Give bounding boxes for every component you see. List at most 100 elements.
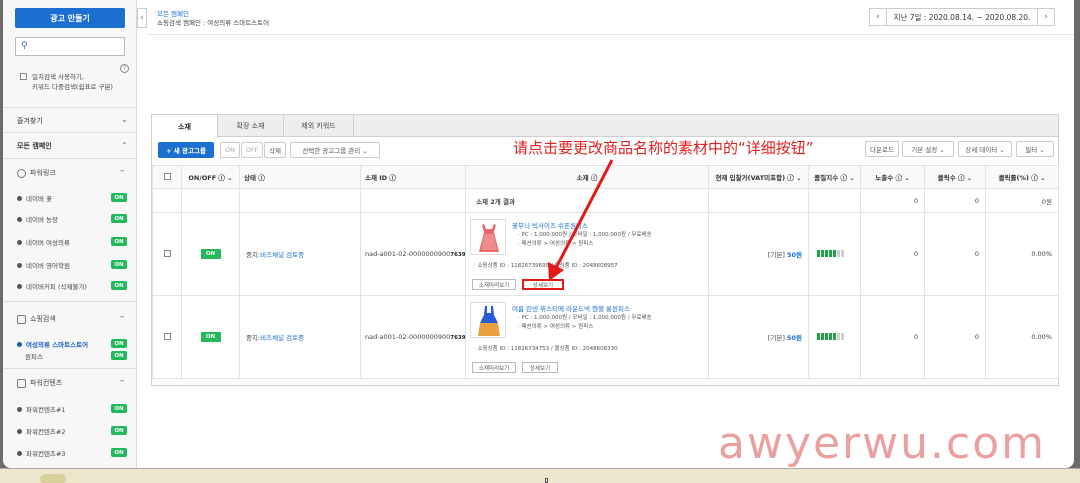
on-off-toggle[interactable]: ON	[200, 249, 221, 259]
quality-bar	[817, 332, 820, 340]
tab-excluded-keywords[interactable]: 제외 키워드	[284, 115, 354, 137]
tab-extensions[interactable]: 확장 소재	[218, 115, 284, 137]
create-ad-button[interactable]: 광고 만들기	[15, 8, 125, 28]
quality-bar	[841, 332, 844, 340]
campaign-group-powerlink[interactable]: 파워링크	[17, 168, 56, 178]
bid-value-link[interactable]: 50원	[787, 251, 802, 259]
date-range-picker[interactable]: 지난 7일 : 2020.08.14. ~ 2020.08.20.	[887, 8, 1037, 26]
column-header[interactable]: 클릭률(%) ⓘ ⌄	[985, 165, 1059, 189]
bulk-search-line1: 일치검색 사용하기,	[32, 73, 84, 81]
column-header[interactable]: 클릭수 ⓘ ⌄	[924, 165, 986, 189]
manage-adgroup-dropdown[interactable]: 선택한 광고그룹 관리 ⌄	[290, 142, 380, 158]
column-header[interactable]: 품질지수 ⓘ ⌄	[808, 165, 861, 189]
quality-cell	[808, 295, 861, 379]
preview-button[interactable]: 소재미리보기	[472, 362, 516, 373]
quality-bar	[825, 249, 828, 257]
document-icon	[17, 378, 26, 388]
campaign-item-label: 네이버 농장	[26, 216, 58, 224]
campaign-item[interactable]: 네이버 영어학원	[17, 260, 70, 270]
bulk-search-checkbox[interactable]	[20, 73, 27, 80]
detail-data-dropdown[interactable]: 상세 데이터 ⌄	[958, 141, 1012, 157]
product-thumbnail[interactable]	[470, 219, 506, 255]
bullet-icon	[17, 195, 22, 201]
campaign-group-powercontents[interactable]: 파워컨텐츠	[17, 378, 62, 388]
ad-id-prefix: nad-a001-02-0000000900	[365, 333, 451, 341]
new-adgroup-button[interactable]: + 새 광고그룹	[158, 142, 214, 158]
product-thumbnail[interactable]	[470, 302, 506, 338]
delete-button[interactable]: 삭제	[264, 142, 286, 158]
status-prefix: 중지:	[246, 251, 261, 259]
product-title-link[interactable]: 꽃무늬 빅사이즈 쉬폰원피스	[512, 220, 588, 230]
product-price-info: · PC : 1,000,000원 / 모바일 : 1,000,000원 / 무…	[518, 315, 652, 321]
detail-button[interactable]: 상세보기	[522, 362, 558, 373]
campaign-group-shopping[interactable]: 쇼핑검색	[17, 314, 56, 324]
adgroup-item[interactable]: 원피스	[25, 351, 43, 361]
all-campaigns-section[interactable]: 모든 캠페인	[17, 141, 52, 151]
bookmark-icon	[545, 478, 548, 483]
off-button[interactable]: OFF	[241, 142, 263, 158]
result-count: 소재 2개 결과	[465, 188, 709, 213]
on-badge: ON	[111, 351, 127, 360]
watermark-text: awyerwu.com	[718, 418, 1046, 469]
table-summary-row: 소재 2개 결과 0 0 0원	[152, 188, 1059, 213]
status-prefix: 중지:	[246, 334, 261, 342]
campaign-item[interactable]: 파워컨텐츠#3	[17, 448, 65, 458]
impressions-cell: 0	[860, 212, 925, 296]
select-all-checkbox[interactable]	[163, 172, 171, 180]
campaign-item[interactable]: 파워컨텐츠#1	[17, 404, 65, 414]
column-header[interactable]: ON/OFF ⓘ ⌄	[181, 165, 240, 189]
status-link[interactable]: 비즈채널 검토중	[260, 251, 304, 259]
on-badge: ON	[111, 448, 127, 457]
campaign-item[interactable]: 네이버커피 (삭제불가)	[17, 281, 87, 291]
collapse-icon[interactable]: –	[120, 376, 125, 386]
empty-cell	[360, 188, 466, 213]
status-cell: 중지:비즈채널 검토중	[239, 295, 361, 379]
campaign-search-input[interactable]	[32, 40, 120, 53]
product-title-link[interactable]: 여름 린넨 뷔스티에 라운드넥 헨젤 롱원피스	[512, 303, 630, 313]
material-cell: 여름 린넨 뷔스티에 라운드넥 헨젤 롱원피스 · PC : 1,000,000…	[465, 295, 709, 379]
on-button[interactable]: ON	[220, 142, 240, 158]
campaign-item-active[interactable]: 여성의류 스마트스토어	[17, 339, 88, 349]
empty-cell	[181, 188, 240, 213]
date-next-button[interactable]: ›	[1037, 8, 1055, 26]
status-link[interactable]: 비즈채널 검토중	[260, 334, 304, 342]
favorites-section[interactable]: 즐겨찾기	[17, 116, 43, 126]
campaign-item[interactable]: 네이버 농장	[17, 214, 58, 224]
quality-meter	[817, 332, 845, 342]
campaign-item[interactable]: 파워컨텐츠#2	[17, 426, 65, 436]
basic-setting-dropdown[interactable]: 기본 설정 ⌄	[902, 141, 954, 157]
on-badge: ON	[111, 260, 127, 269]
table-row: ON 중지:비즈채널 검토중 nad-a001-02-0000000900763…	[152, 295, 1059, 379]
product-category: · 패션의류 > 여성의류 > 원피스	[518, 324, 594, 330]
detail-button[interactable]: 상세보기	[522, 279, 564, 290]
bullet-icon	[17, 283, 22, 289]
column-header[interactable]: 노출수 ⓘ ⌄	[860, 165, 925, 189]
filter-dropdown[interactable]: 필터 ⌄	[1016, 141, 1054, 157]
help-icon[interactable]: ?	[120, 64, 129, 73]
ad-id-cell: nad-a001-02-0000000900763954	[360, 212, 466, 296]
sidebar-collapse-button[interactable]: ‹	[137, 8, 147, 28]
row-checkbox[interactable]	[163, 332, 171, 340]
collapse-icon[interactable]: –	[120, 166, 125, 176]
column-header[interactable]: 현재 입찰가(VAT미포함) ⓘ ⌄	[708, 165, 809, 189]
campaign-search-box[interactable]: ⚲	[15, 37, 125, 56]
group-label: 파워링크	[30, 169, 56, 177]
column-header[interactable]: 소재 ⓘ	[465, 165, 709, 189]
tab-ads[interactable]: 소재	[152, 115, 218, 138]
on-off-toggle[interactable]: ON	[200, 332, 221, 342]
chevron-up-icon[interactable]: ⌃	[121, 141, 128, 150]
download-button[interactable]: 다운로드	[865, 141, 899, 157]
column-header[interactable]: 상태 ⓘ	[239, 165, 361, 189]
divider	[3, 107, 137, 108]
date-prev-button[interactable]: ‹	[869, 8, 887, 26]
collapse-icon[interactable]: –	[120, 312, 125, 322]
campaign-item[interactable]: 네이버 여성의류	[17, 237, 70, 247]
ad-id-cell: nad-a001-02-0000000900763955	[360, 295, 466, 379]
column-header[interactable]: 소재 ID ⓘ	[360, 165, 466, 189]
campaign-item[interactable]: 네이버 꽃	[17, 193, 52, 203]
preview-button[interactable]: 소재미리보기	[472, 279, 516, 290]
bid-value-link[interactable]: 50원	[787, 334, 802, 342]
quality-bar	[833, 249, 836, 257]
row-checkbox[interactable]	[163, 249, 171, 257]
chevron-down-icon[interactable]: ⌄	[121, 115, 128, 124]
